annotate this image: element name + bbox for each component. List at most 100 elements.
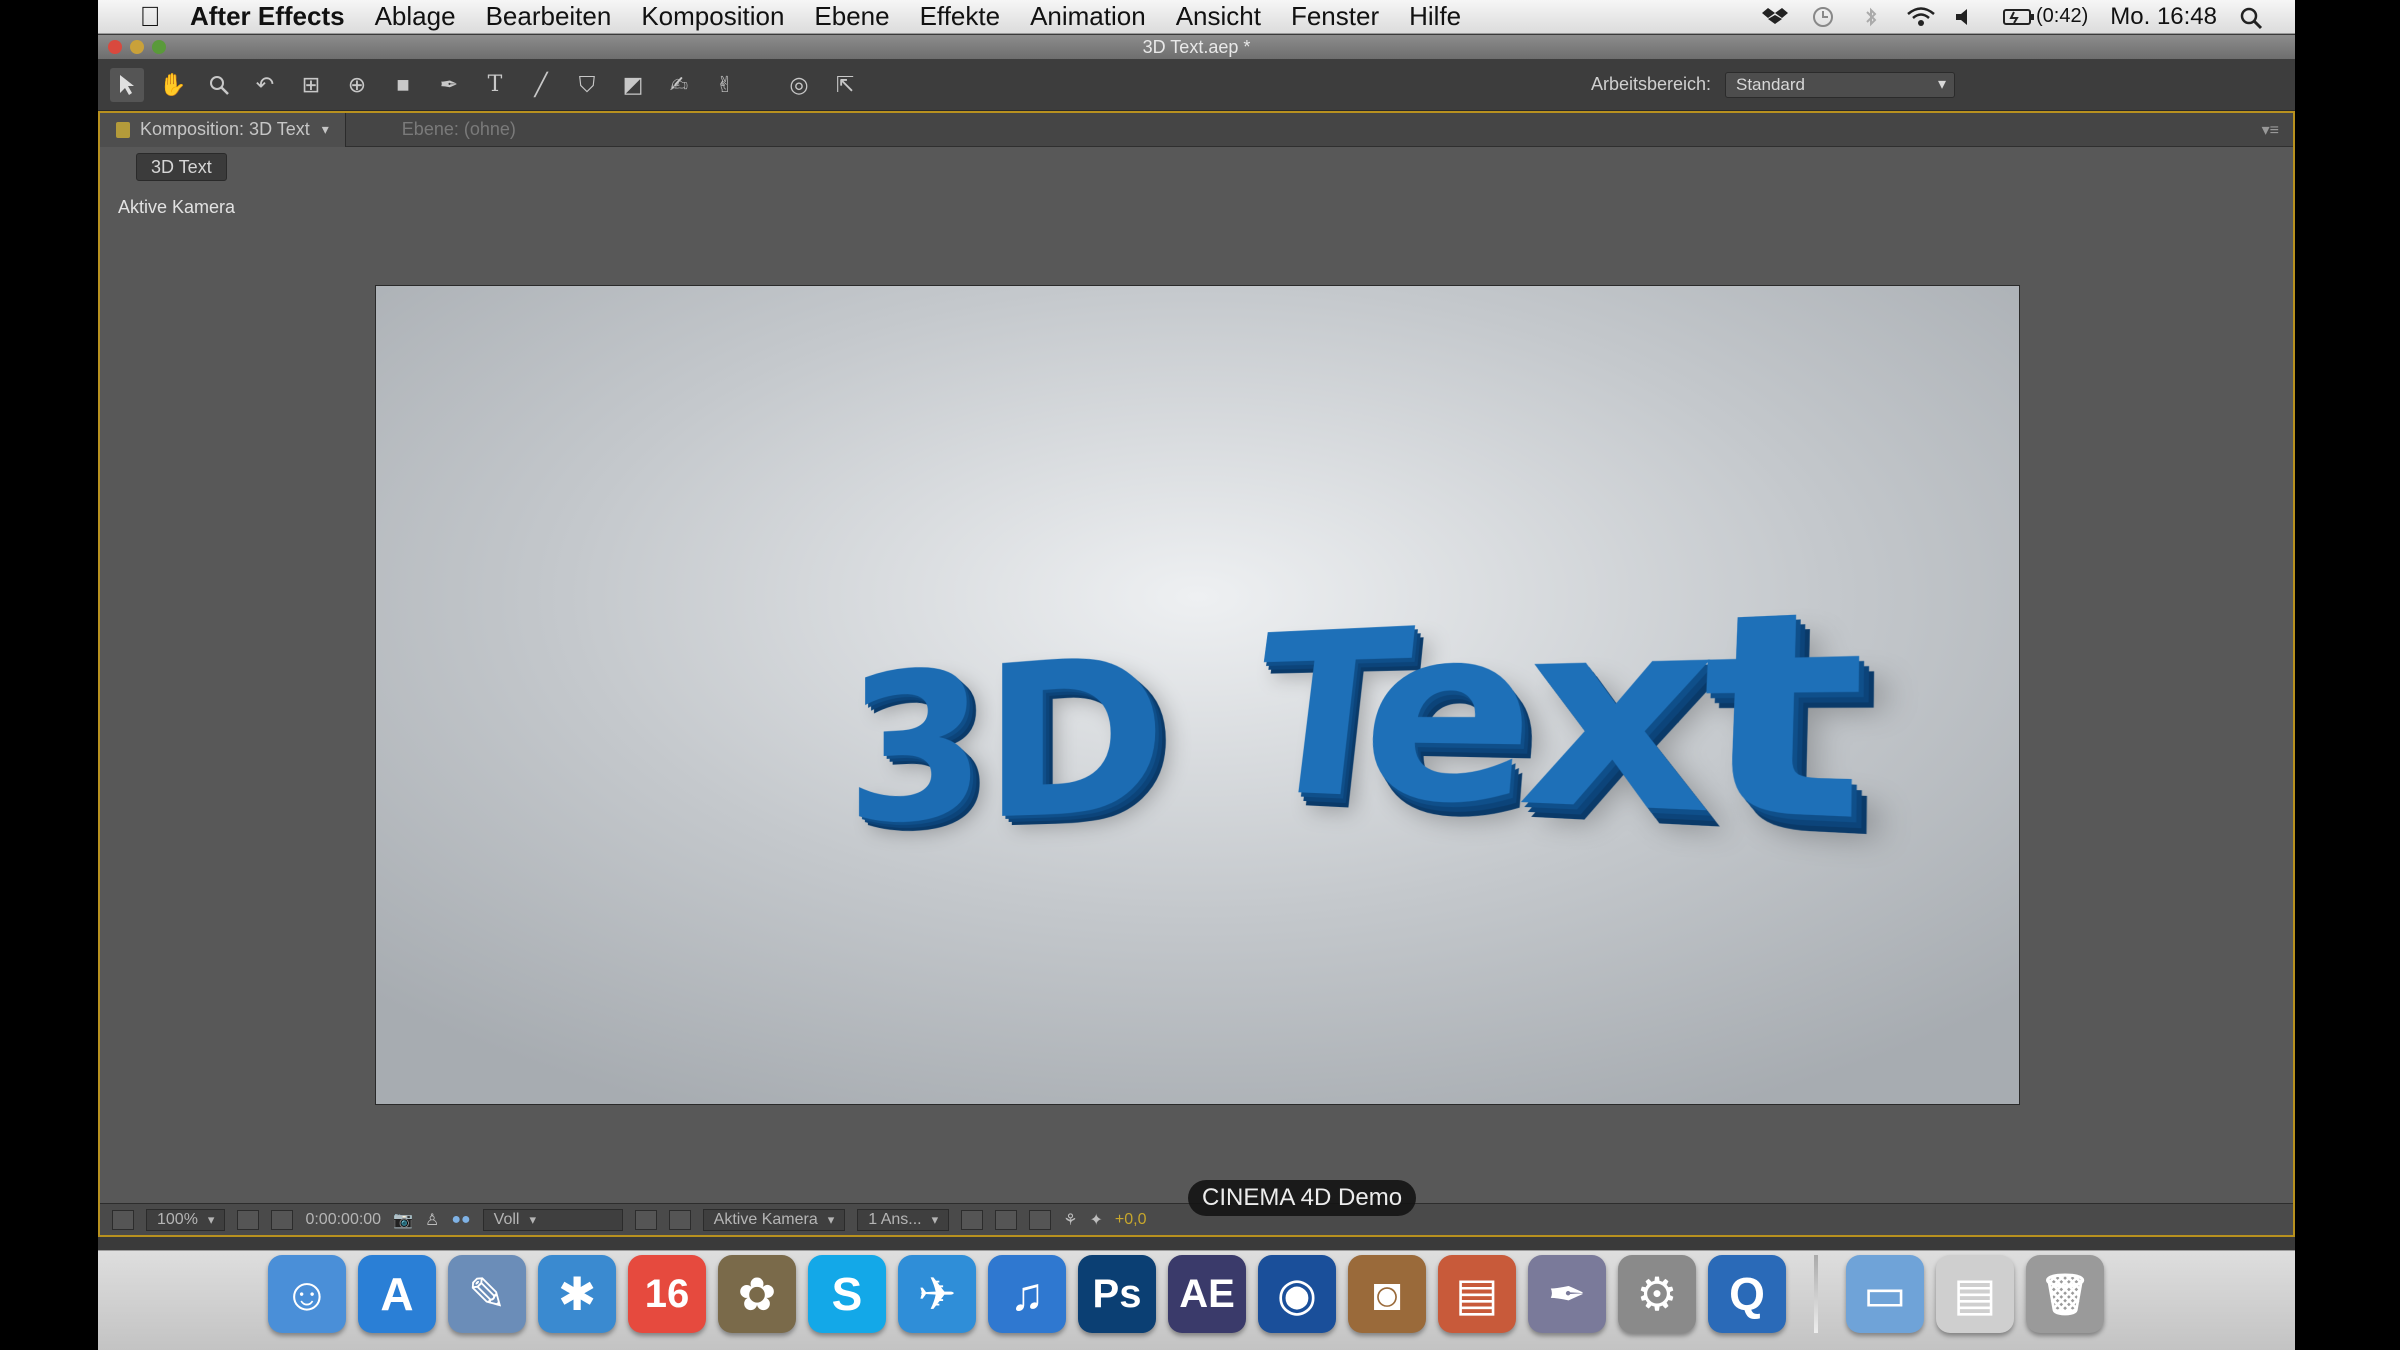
eraser-tool-icon[interactable]: ◩ [616, 68, 650, 102]
after-effects-icon[interactable]: AE [1168, 1255, 1246, 1333]
iphoto-icon[interactable]: ✿ [718, 1255, 796, 1333]
brush-tool-icon[interactable]: ╱ [524, 68, 558, 102]
app-store-icon[interactable]: A [358, 1255, 436, 1333]
apple-menu-icon[interactable]:  [122, 1, 178, 33]
menu-extras: (0:42) Mo. 16:48 [1762, 3, 2295, 31]
battery-time: (0:42) [2036, 5, 2089, 27]
toggle-pixel-aspect[interactable] [961, 1209, 984, 1230]
menu-ablage[interactable]: Ablage [360, 1, 471, 32]
close-window-button[interactable] [108, 40, 122, 54]
script-editor-icon[interactable]: ✒ [1528, 1255, 1606, 1333]
panel-menu-icon[interactable]: ▾≡ [2262, 120, 2279, 140]
menubar-clock[interactable]: Mo. 16:48 [2110, 3, 2217, 31]
dock-separator [1814, 1255, 1818, 1333]
view-layout-select[interactable]: 1 Ans... [857, 1208, 950, 1231]
pen-tool-icon[interactable]: ✒ [432, 68, 466, 102]
menu-bar:  After Effects Ablage Bearbeiten Kompos… [98, 0, 2295, 34]
exposure-value[interactable]: +0,0 [1115, 1209, 1147, 1231]
current-time[interactable]: 0:00:00:00 [305, 1209, 381, 1231]
documents-stack-icon[interactable]: ▤ [1936, 1255, 2014, 1333]
spotlight-search-icon[interactable] [2239, 6, 2265, 29]
tab-composition-label: Komposition: 3D Text [140, 119, 310, 139]
applications-folder-icon[interactable]: ▭ [1846, 1255, 1924, 1333]
keynote-icon[interactable]: ▤ [1438, 1255, 1516, 1333]
comp-3d-text-layer[interactable]: 3D Text [376, 286, 2019, 1104]
safari-icon[interactable]: ✱ [538, 1255, 616, 1333]
menu-ansicht[interactable]: Ansicht [1161, 1, 1276, 32]
itunes-icon[interactable]: ♫ [988, 1255, 1066, 1333]
quicktime-icon[interactable]: Q [1708, 1255, 1786, 1333]
selection-tool-icon[interactable] [110, 67, 144, 102]
dock-tooltip: CINEMA 4D Demo [1188, 1180, 1417, 1216]
system-preferences-icon[interactable]: ⚙ [1618, 1255, 1696, 1333]
transparency-grid-toggle[interactable] [668, 1209, 691, 1230]
dock: ☺ A ✎ ✱ 16 ✿ S ✈ ♫ Ps AE ◉ ◙ ▤ ✒ ⚙ Q ▭ ▤ 🗑 [98, 1250, 2295, 1350]
wifi-icon[interactable] [1906, 6, 1935, 28]
mask-visibility-toggle[interactable] [271, 1209, 294, 1230]
preview-icon[interactable]: ✎ [448, 1255, 526, 1333]
menu-fenster[interactable]: Fenster [1276, 1, 1394, 32]
tools-panel: ✋ ↶ ⊞ ⊕ ■ ✒ T ╱ ⛉ ◩ ✍ ✌ ◎ ⇱ Arbeitsberei… [98, 59, 2295, 111]
finder-icon[interactable]: ☺ [268, 1255, 346, 1333]
dropbox-icon[interactable] [1762, 6, 1789, 28]
resolution-select[interactable]: Voll [482, 1208, 623, 1231]
menu-ebene[interactable]: Ebene [799, 1, 904, 32]
exposure-reset-icon[interactable]: ✦ [1090, 1209, 1103, 1231]
menu-bearbeiten[interactable]: Bearbeiten [471, 1, 627, 32]
time-machine-icon[interactable] [1810, 6, 1836, 28]
fast-previews-toggle[interactable] [995, 1209, 1018, 1230]
workspace-label: Arbeitsbereich: [1590, 74, 1711, 94]
rotate-tool-icon[interactable]: ↶ [248, 68, 282, 102]
iphoto-camera-icon[interactable]: ◙ [1348, 1255, 1426, 1333]
composition-panel: Komposition: 3D Text ▾ Ebene: (ohne) ▾≡ … [98, 111, 2295, 1237]
bluetooth-icon[interactable] [1858, 6, 1884, 28]
roto-brush-tool-icon[interactable]: ✍ [662, 68, 696, 102]
zoom-window-button[interactable] [152, 40, 166, 54]
timeline-toggle[interactable] [1029, 1209, 1052, 1230]
calendar-icon[interactable]: 16 [628, 1255, 706, 1333]
region-of-interest-toggle[interactable] [634, 1209, 657, 1230]
snapshot-icon[interactable]: 📷 [393, 1209, 413, 1231]
hand-tool-icon[interactable]: ✋ [156, 68, 190, 102]
magnification-select[interactable]: 100% [146, 1208, 226, 1231]
menu-hilfe[interactable]: Hilfe [1394, 1, 1476, 32]
composition-viewer[interactable]: 3D Text [375, 285, 2020, 1105]
minimize-window-button[interactable] [130, 40, 144, 54]
battery-icon[interactable] [2002, 6, 2035, 28]
zoom-tool-icon[interactable] [202, 68, 236, 102]
axis-mode-icon[interactable]: ◎ [782, 68, 816, 102]
workspace-switcher: Arbeitsbereich: Standard [1590, 71, 1955, 98]
snapping-icon[interactable]: ⇱ [828, 68, 862, 102]
skype-icon[interactable]: S [808, 1255, 886, 1333]
tab-dropdown-icon[interactable]: ▾ [322, 121, 329, 138]
menu-effekte[interactable]: Effekte [905, 1, 1015, 32]
menu-app-name[interactable]: After Effects [178, 1, 360, 32]
menu-animation[interactable]: Animation [1015, 1, 1161, 32]
panel-lock-icon[interactable] [116, 121, 130, 138]
camera-tool-icon[interactable]: ⊞ [294, 68, 328, 102]
camera-view-select[interactable]: Aktive Kamera [702, 1208, 846, 1231]
window-title: 3D Text.aep * [1142, 37, 1251, 57]
photoshop-icon[interactable]: Ps [1078, 1255, 1156, 1333]
flowchart-icon[interactable]: ⚘ [1063, 1209, 1077, 1231]
trash-icon[interactable]: 🗑 [2026, 1255, 2104, 1333]
tab-composition[interactable]: Komposition: 3D Text ▾ [100, 112, 346, 147]
comp-text-3d: 3D [846, 607, 1163, 869]
cinema4d-icon[interactable]: ◉ [1258, 1255, 1336, 1333]
rectangle-tool-icon[interactable]: ■ [386, 68, 420, 102]
type-tool-icon[interactable]: T [478, 68, 512, 102]
volume-icon[interactable] [1954, 6, 1980, 28]
safe-zones-toggle[interactable] [237, 1209, 260, 1230]
show-snapshot-icon[interactable]: ♙ [425, 1209, 439, 1231]
composition-breadcrumb[interactable]: 3D Text [136, 153, 227, 181]
twitter-icon[interactable]: ✈ [898, 1255, 976, 1333]
menu-komposition[interactable]: Komposition [626, 1, 799, 32]
channel-icon[interactable]: ●● [451, 1209, 470, 1231]
always-preview-toggle[interactable] [112, 1209, 134, 1230]
workspace-select[interactable]: Standard [1725, 71, 1955, 98]
tab-layer[interactable]: Ebene: (ohne) [386, 113, 532, 147]
clone-stamp-tool-icon[interactable]: ⛉ [570, 68, 604, 102]
puppet-tool-icon[interactable]: ✌ [708, 68, 742, 102]
pan-behind-tool-icon[interactable]: ⊕ [340, 68, 374, 102]
comp-text-word: Text [1238, 550, 1853, 890]
